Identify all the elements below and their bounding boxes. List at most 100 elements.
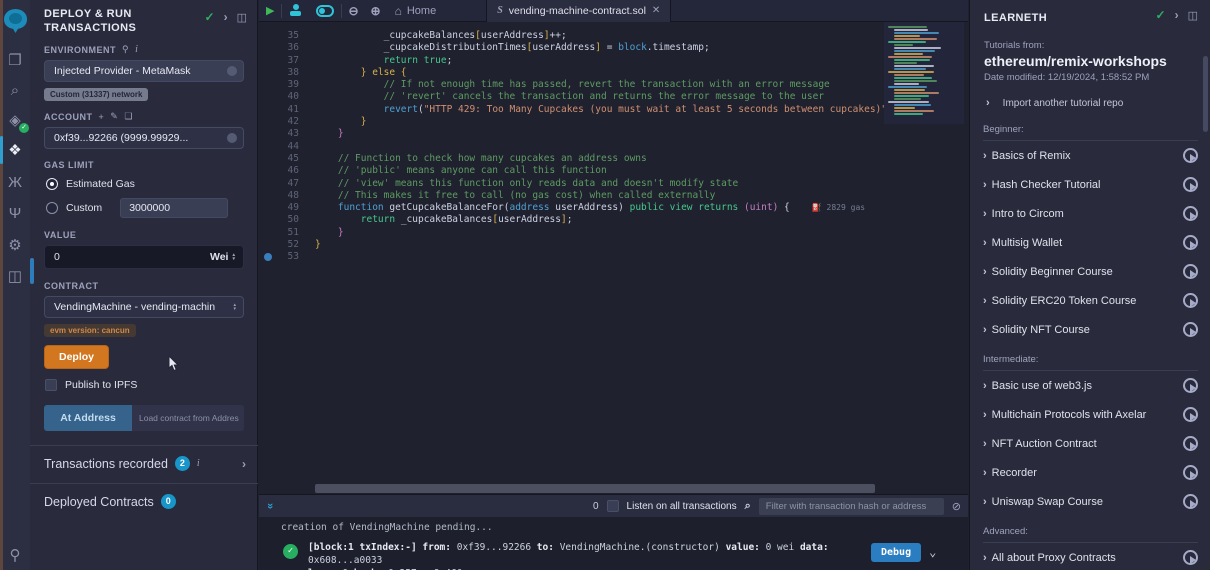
deploy-run-icon[interactable]: ❖ — [0, 140, 30, 162]
code-line[interactable]: _cupcakeDistributionTimes[userAddress] =… — [315, 42, 875, 54]
play-tutorial-icon[interactable] — [1183, 436, 1198, 451]
line-number[interactable]: 35 — [259, 30, 311, 42]
code-line[interactable]: } — [315, 128, 875, 140]
code-line[interactable]: return true; — [315, 55, 875, 67]
custom-gas-option[interactable]: Custom 3000000 — [46, 198, 258, 218]
line-number[interactable]: 43 — [259, 128, 311, 140]
deploy-button[interactable]: Deploy — [44, 345, 109, 369]
zoom-in-icon[interactable]: ⊕ — [371, 4, 381, 18]
zoom-out-icon[interactable]: ⊖ — [348, 4, 358, 18]
line-number[interactable]: 51 — [259, 227, 311, 239]
play-tutorial-icon[interactable] — [1183, 378, 1198, 393]
add-account-icon[interactable]: + — [99, 112, 105, 122]
publish-ipfs-checkbox[interactable] — [45, 379, 57, 391]
code-line[interactable] — [315, 141, 875, 153]
line-number[interactable]: 41 — [259, 104, 311, 116]
play-tutorial-icon[interactable] — [1183, 235, 1198, 250]
play-tutorial-icon[interactable] — [1183, 550, 1198, 565]
tutorial-item[interactable]: ›Solidity ERC20 Token Course — [983, 286, 1198, 315]
custom-gas-input[interactable]: 3000000 — [120, 198, 228, 218]
line-number[interactable]: 39 — [259, 79, 311, 91]
transaction-log-row[interactable]: ✓ [block:1 txIndex:-] from: 0xf39...9226… — [259, 541, 968, 570]
code-line[interactable]: revert("HTTP 429: Too Many Cupcakes (you… — [315, 104, 875, 116]
play-tutorial-icon[interactable] — [1183, 264, 1198, 279]
line-number[interactable]: 37 — [259, 55, 311, 67]
play-tutorial-icon[interactable] — [1183, 322, 1198, 337]
listen-transactions-checkbox[interactable] — [607, 500, 619, 512]
line-number[interactable]: 42 — [259, 116, 311, 128]
minimap[interactable] — [884, 22, 964, 124]
line-number[interactable]: 40 — [259, 91, 311, 103]
pin-panel-icon[interactable]: ◫ — [1188, 9, 1198, 22]
editor-tab-active[interactable]: S vending-machine-contract.sol ✕ — [486, 0, 671, 22]
solidity-compiler-icon[interactable]: ◈✓ — [0, 110, 30, 132]
line-number[interactable]: 46 — [259, 165, 311, 177]
tutorial-item[interactable]: ›Uniswap Swap Course — [983, 487, 1198, 516]
tutorial-item[interactable]: ›Hash Checker Tutorial — [983, 170, 1198, 199]
play-tutorial-icon[interactable] — [1183, 206, 1198, 221]
home-tab[interactable]: ⌂ Home — [395, 4, 437, 18]
environment-select[interactable]: Injected Provider - MetaMask — [44, 60, 244, 82]
line-number[interactable]: 47 — [259, 178, 311, 190]
collapse-panel-icon[interactable]: › — [224, 10, 228, 24]
terminal-filter-input[interactable]: Filter with transaction hash or address — [759, 498, 944, 515]
play-tutorial-icon[interactable] — [1183, 494, 1198, 509]
editor-hscrollbar[interactable] — [315, 484, 875, 493]
account-select[interactable]: 0xf39...92266 (9999.99929... — [44, 127, 244, 149]
collapse-panel-icon[interactable]: › — [1175, 8, 1179, 22]
tutorial-item[interactable]: ›Intro to Circom — [983, 199, 1198, 228]
close-tab-icon[interactable]: ✕ — [652, 5, 660, 16]
debug-button[interactable]: Debug — [871, 543, 921, 562]
estimated-gas-option[interactable]: Estimated Gas — [46, 178, 258, 190]
line-number[interactable]: 48 — [259, 190, 311, 202]
remix-logo-icon[interactable] — [3, 7, 28, 32]
tutorial-item[interactable]: ›NFT Auction Contract — [983, 429, 1198, 458]
custom-gas-radio[interactable] — [46, 202, 58, 214]
plug-icon[interactable]: ⚲ — [0, 545, 30, 567]
import-tutorial-repo[interactable]: › Import another tutorial repo — [986, 97, 1210, 109]
info-icon[interactable]: i — [197, 458, 200, 469]
code-lines[interactable]: _cupcakeBalances[userAddress]++; _cupcak… — [315, 30, 875, 264]
code-line[interactable]: _cupcakeBalances[userAddress]++; — [315, 30, 875, 42]
publish-ipfs-option[interactable]: Publish to IPFS — [45, 379, 258, 391]
line-number[interactable]: 45 — [259, 153, 311, 165]
line-number[interactable]: 50 — [259, 214, 311, 226]
search-icon[interactable]: ⌕ — [0, 80, 30, 102]
side-panel-scrollbar[interactable] — [30, 258, 34, 284]
expand-log-icon[interactable]: ⌄ — [929, 545, 936, 570]
line-number[interactable]: 38 — [259, 67, 311, 79]
code-line[interactable]: // This makes it free to call (no gas co… — [315, 190, 875, 202]
assistant-icon[interactable] — [289, 4, 302, 17]
file-explorer-icon[interactable]: ❐ — [0, 50, 30, 72]
code-line[interactable]: // If not enough time has passed, revert… — [315, 79, 875, 91]
transactions-recorded-header[interactable]: Transactions recorded 2 i › — [30, 446, 258, 481]
value-unit-select[interactable]: Wei ▴▾ — [210, 251, 243, 263]
code-line[interactable]: // 'view' means this function only reads… — [315, 178, 875, 190]
code-line[interactable]: } — [315, 116, 875, 128]
tutorial-item[interactable]: ›Solidity NFT Course — [983, 315, 1198, 344]
tutorial-item[interactable]: ›Multichain Protocols with Axelar — [983, 400, 1198, 429]
tutorial-item[interactable]: ›Solidity Beginner Course — [983, 257, 1198, 286]
plug-icon[interactable]: ⚲ — [122, 44, 129, 55]
tutorial-item[interactable]: ›Basic use of web3.js — [983, 371, 1198, 400]
code-line[interactable]: } — [315, 227, 875, 239]
line-number[interactable]: 44 — [259, 141, 311, 153]
chevron-right-icon[interactable]: › — [242, 457, 246, 471]
play-tutorial-icon[interactable] — [1183, 465, 1198, 480]
copy-account-icon[interactable]: ❏ — [124, 111, 133, 122]
info-icon[interactable]: i — [135, 44, 138, 55]
code-line[interactable]: // Function to check how many cupcakes a… — [315, 153, 875, 165]
toggle-icon[interactable] — [316, 5, 334, 17]
at-address-input[interactable]: Load contract from Addres — [132, 405, 244, 431]
tutorial-item[interactable]: ›Basics of Remix — [983, 141, 1198, 170]
line-number[interactable]: 53 — [259, 251, 311, 263]
line-number[interactable]: 52 — [259, 239, 311, 251]
code-editor[interactable]: 35363738394041424344454647484950515253 _… — [259, 22, 968, 494]
code-line[interactable]: } — [315, 239, 875, 251]
line-number[interactable]: 36 — [259, 42, 311, 54]
code-line[interactable]: return _cupcakeBalances[userAddress]; — [315, 214, 875, 226]
contract-select[interactable]: VendingMachine - vending-machin ▴▾ — [44, 296, 244, 318]
terminal-collapse-icon[interactable]: » — [264, 503, 276, 509]
line-number[interactable]: 49 — [259, 202, 311, 214]
git-icon[interactable]: Ψ — [0, 203, 30, 225]
